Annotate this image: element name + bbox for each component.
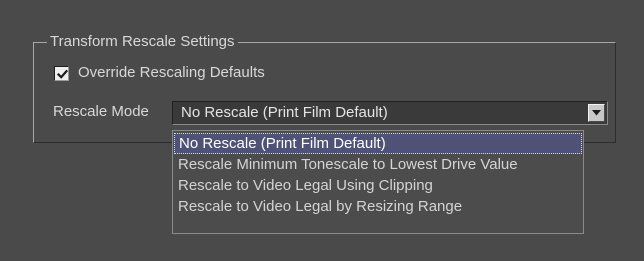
- dropdown-option-rescale-minimum-tonescale[interactable]: Rescale Minimum Tonescale to Lowest Driv…: [174, 154, 582, 175]
- transform-rescale-panel: Transform Rescale Settings Override Resc…: [0, 0, 644, 261]
- override-rescaling-checkbox[interactable]: [54, 65, 69, 81]
- rescale-mode-selected-value: No Rescale (Print Film Default): [181, 104, 388, 121]
- group-title: Transform Rescale Settings: [47, 33, 238, 51]
- dropdown-option-video-legal-clipping[interactable]: Rescale to Video Legal Using Clipping: [174, 175, 582, 196]
- rescale-mode-dropdown-button[interactable]: [588, 104, 605, 122]
- dropdown-option-no-rescale[interactable]: No Rescale (Print Film Default): [174, 133, 582, 154]
- override-rescaling-checkbox-row[interactable]: Override Rescaling Defaults: [54, 64, 265, 82]
- dropdown-option-video-legal-resizing[interactable]: Rescale to Video Legal by Resizing Range: [174, 196, 582, 217]
- override-rescaling-label: Override Rescaling Defaults: [78, 64, 265, 81]
- rescale-mode-dropdown-list: No Rescale (Print Film Default) Rescale …: [172, 130, 584, 234]
- check-icon: [56, 69, 69, 79]
- chevron-down-icon: [592, 110, 601, 116]
- rescale-mode-combobox[interactable]: No Rescale (Print Film Default): [172, 101, 608, 125]
- rescale-mode-label: Rescale Mode: [53, 103, 149, 120]
- transform-rescale-groupbox: [33, 42, 616, 143]
